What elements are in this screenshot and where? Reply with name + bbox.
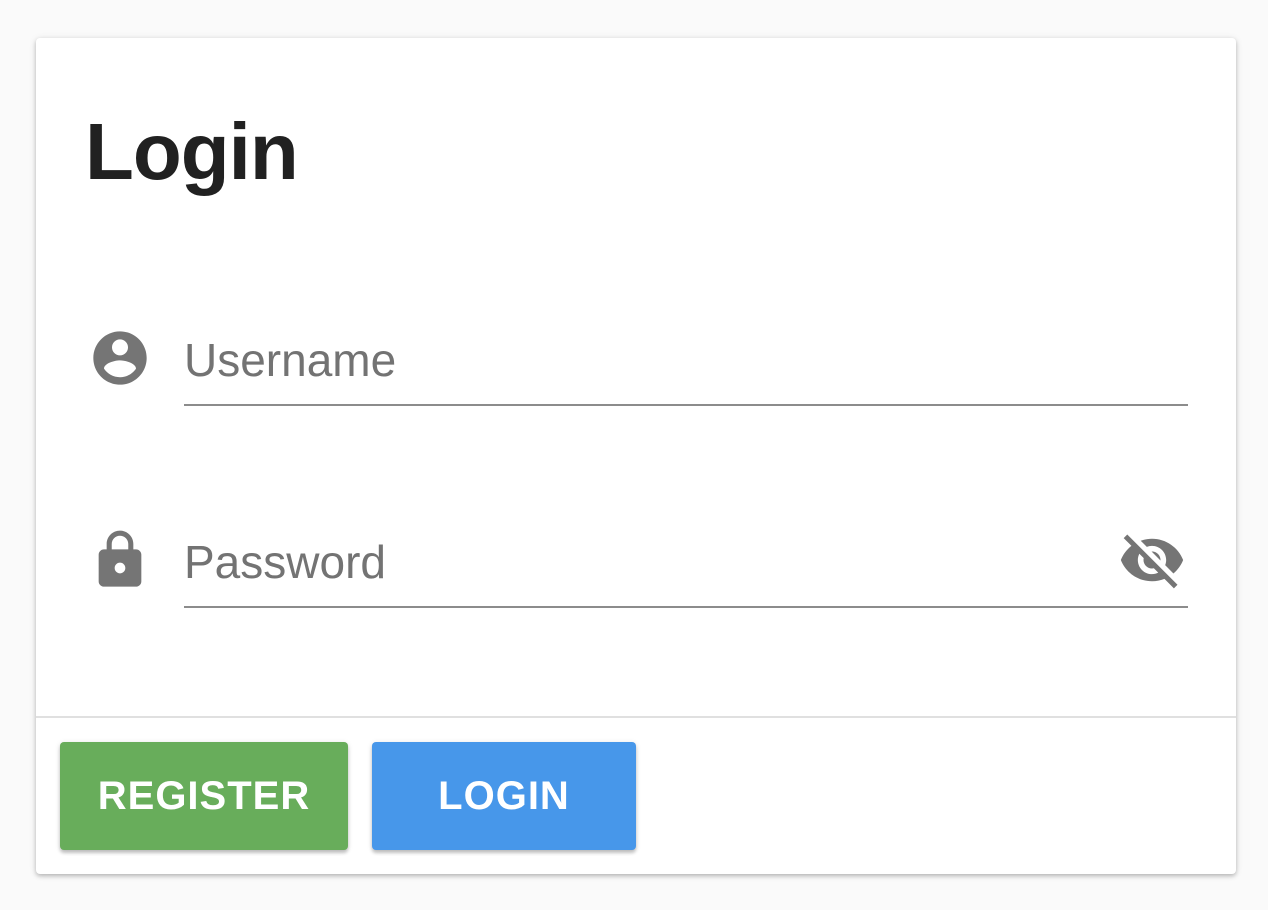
eye-off-icon[interactable] [1116, 524, 1188, 596]
lock-icon [84, 524, 156, 596]
login-button[interactable]: LOGIN [372, 742, 636, 850]
password-input[interactable] [184, 518, 1188, 608]
register-button[interactable]: REGISTER [60, 742, 348, 850]
card-title: Login [85, 107, 299, 196]
account-circle-icon [84, 322, 156, 394]
username-field-row [84, 308, 1188, 408]
username-input[interactable] [184, 316, 1188, 406]
password-field-row [84, 510, 1188, 610]
card-divider [36, 716, 1236, 718]
login-card: Login REGISTER LOGIN [36, 38, 1236, 874]
